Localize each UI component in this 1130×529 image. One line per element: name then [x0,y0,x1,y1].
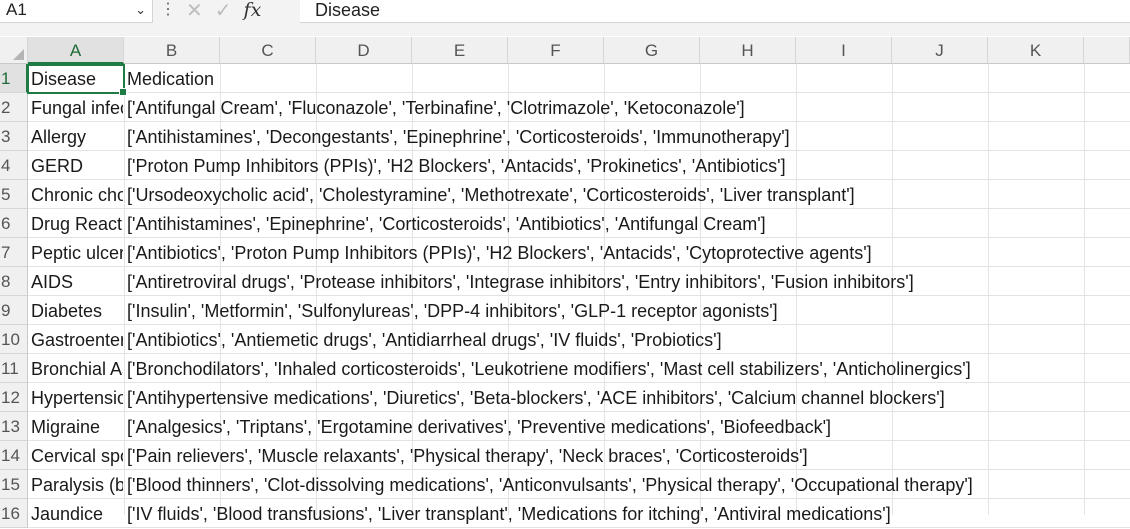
cell-b2[interactable]: ['Antifungal Cream', 'Fluconazole', 'Ter… [127,93,745,121]
column-header-b[interactable]: B [124,37,220,64]
table-row: Hypertension ['Antihypertensive medicati… [28,383,1130,412]
cell-b11[interactable]: ['Bronchodilators', 'Inhaled corticoster… [127,354,971,382]
cell-b8[interactable]: ['Antiretroviral drugs', 'Protease inhib… [127,267,914,295]
table-row: Allergy ['Antihistamines', 'Decongestant… [28,122,1130,151]
formula-value: Disease [315,0,381,20]
table-row: Peptic ulcer disease ['Antibiotics', 'Pr… [28,238,1130,267]
row-header[interactable]: 9 [0,296,28,325]
column-header-c[interactable]: C [220,37,316,64]
table-row: AIDS ['Antiretroviral drugs', 'Protease … [28,267,1130,296]
cell-b15[interactable]: ['Blood thinners', 'Clot-dissolving medi… [127,470,973,498]
table-row: Disease Medication [28,64,1130,93]
table-row: Bronchial Asthma ['Bronchodilators', 'In… [28,354,1130,383]
formula-input[interactable]: Disease [300,0,1130,23]
more-options-icon[interactable]: ⋮ [160,1,176,19]
x-icon[interactable]: ✕ [186,0,203,23]
cell-a2[interactable]: Fungal infection [31,93,123,121]
fill-handle[interactable] [119,88,127,96]
column-header-d[interactable]: D [316,37,412,64]
active-cell-outline [27,64,127,96]
table-row: Fungal infection ['Antifungal Cream', 'F… [28,93,1130,122]
table-row: Migraine ['Analgesics', 'Triptans', 'Erg… [28,412,1130,441]
column-header-k[interactable]: K [988,37,1084,64]
column-header-f[interactable]: F [508,37,604,64]
row-header[interactable]: 2 [0,93,28,122]
name-box[interactable]: A1 ⌄ [0,0,153,23]
row-header[interactable]: 12 [0,383,28,412]
column-header-h[interactable]: H [700,37,796,64]
row-header[interactable]: 11 [0,354,28,383]
formula-actions: ✕ ✓ fx [186,0,262,23]
select-all-corner[interactable] [0,37,28,64]
row-header[interactable]: 15 [0,470,28,499]
row-header[interactable]: 3 [0,122,28,151]
table-row: Drug Reaction ['Antihistamines', 'Epinep… [28,209,1130,238]
cell-b10[interactable]: ['Antibiotics', 'Antiemetic drugs', 'Ant… [127,325,722,353]
cell-b4[interactable]: ['Proton Pump Inhibitors (PPIs)', 'H2 Bl… [127,151,786,179]
check-icon[interactable]: ✓ [215,0,232,23]
formula-bar: A1 ⌄ ⋮ ✕ ✓ fx Disease [0,0,1130,36]
cell-a11[interactable]: Bronchial Asthma [31,354,123,382]
column-header-a[interactable]: A [28,37,124,64]
cell-b14[interactable]: ['Pain relievers', 'Muscle relaxants', '… [127,441,808,469]
cell-b13[interactable]: ['Analgesics', 'Triptans', 'Ergotamine d… [127,412,831,440]
fx-icon[interactable]: fx [244,0,262,21]
row-header[interactable]: 14 [0,441,28,470]
cell-a5[interactable]: Chronic cholestasis [31,180,123,208]
row-header[interactable]: 8 [0,267,28,296]
cell-a4[interactable]: GERD [31,151,123,179]
row-header[interactable]: 6 [0,209,28,238]
cell-a6[interactable]: Drug Reaction [31,209,123,237]
row-header[interactable]: 13 [0,412,28,441]
chevron-down-icon[interactable]: ⌄ [135,2,146,18]
cell-a13[interactable]: Migraine [31,412,123,440]
cell-b1[interactable]: Medication [127,64,214,92]
row-header[interactable]: 10 [0,325,28,354]
cell-b3[interactable]: ['Antihistamines', 'Decongestants', 'Epi… [127,122,790,150]
cell-b6[interactable]: ['Antihistamines', 'Epinephrine', 'Corti… [127,209,766,237]
cell-a15[interactable]: Paralysis (brain hemorrhage) [31,470,123,498]
column-header-j[interactable]: J [892,37,988,64]
column-header-next[interactable] [1084,37,1130,64]
cell-a14[interactable]: Cervical spondylosis [31,441,123,469]
cell-b12[interactable]: ['Antihypertensive medications', 'Diuret… [127,383,945,411]
table-row: Paralysis (brain hemorrhage) ['Blood thi… [28,470,1130,499]
cell-b16[interactable]: ['IV fluids', 'Blood transfusions', 'Liv… [127,499,891,527]
row-header[interactable]: 1 [0,64,28,93]
name-box-value: A1 [6,0,27,19]
cell-a12[interactable]: Hypertension [31,383,123,411]
cell-a10[interactable]: Gastroenteritis [31,325,123,353]
cell-b5[interactable]: ['Ursodeoxycholic acid', 'Cholestyramine… [127,180,855,208]
table-row: Gastroenteritis ['Antibiotics', 'Antieme… [28,325,1130,354]
cell-a16[interactable]: Jaundice [31,499,123,527]
column-header-i[interactable]: I [796,37,892,64]
cell-a8[interactable]: AIDS [31,267,123,295]
cell-b9[interactable]: ['Insulin', 'Metformin', 'Sulfonylureas'… [127,296,778,324]
cell-a9[interactable]: Diabetes [31,296,123,324]
table-row: Diabetes ['Insulin', 'Metformin', 'Sulfo… [28,296,1130,325]
table-row: Cervical spondylosis ['Pain relievers', … [28,441,1130,470]
select-all-icon [13,49,24,60]
cell-a7[interactable]: Peptic ulcer disease [31,238,123,266]
table-row: Jaundice ['IV fluids', 'Blood transfusio… [28,499,1130,528]
column-header-e[interactable]: E [412,37,508,64]
table-row: Chronic cholestasis ['Ursodeoxycholic ac… [28,180,1130,209]
row-header[interactable]: 4 [0,151,28,180]
table-row: GERD ['Proton Pump Inhibitors (PPIs)', '… [28,151,1130,180]
cell-b7[interactable]: ['Antibiotics', 'Proton Pump Inhibitors … [127,238,872,266]
column-header-g[interactable]: G [604,37,700,64]
row-header[interactable]: 16 [0,499,28,528]
row-header[interactable]: 5 [0,180,28,209]
row-header[interactable]: 7 [0,238,28,267]
cell-a3[interactable]: Allergy [31,122,123,150]
